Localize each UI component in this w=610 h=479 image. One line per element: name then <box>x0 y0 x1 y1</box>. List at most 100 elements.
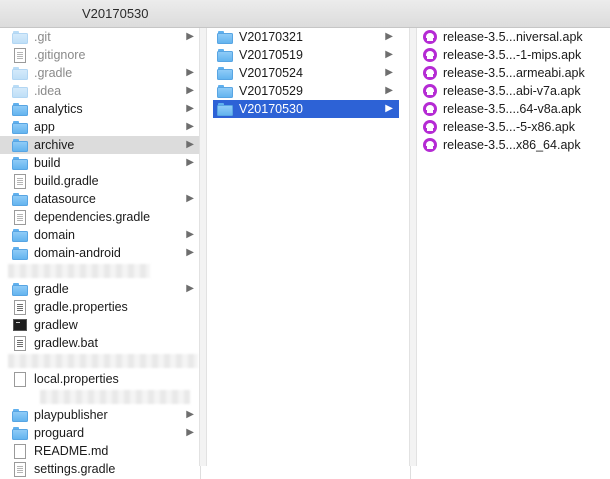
row-git[interactable]: .git ▶ <box>0 28 200 46</box>
item-label: release-3.5...-1-mips.apk <box>443 48 582 62</box>
redacted-row <box>0 388 200 406</box>
row-v20170524[interactable]: V20170524 ▶ <box>213 64 399 82</box>
redacted-row <box>0 262 200 280</box>
item-label: playpublisher <box>34 408 108 422</box>
chevron-right-icon: ▶ <box>186 139 194 150</box>
column-version[interactable]: release-3.5...niversal.apk release-3.5...… <box>411 28 610 479</box>
chevron-right-icon: ▶ <box>186 85 194 96</box>
folder-icon <box>12 84 28 98</box>
row-analytics[interactable]: analytics ▶ <box>0 100 200 118</box>
item-label: V20170519 <box>239 48 303 62</box>
row-datasource[interactable]: datasource ▶ <box>0 190 200 208</box>
row-gradle[interactable]: gradle ▶ <box>0 280 200 298</box>
document-icon <box>14 47 26 63</box>
row-build[interactable]: build ▶ <box>0 154 200 172</box>
chevron-right-icon: ▶ <box>186 427 194 438</box>
item-label: V20170530 <box>239 102 303 116</box>
chevron-right-icon: ▶ <box>186 31 194 42</box>
folder-icon <box>12 120 28 134</box>
chevron-right-icon: ▶ <box>186 103 194 114</box>
column-archive[interactable]: V20170321 ▶ V20170519 ▶ V20170524 ▶ V20170529 ▶… <box>201 28 411 479</box>
row-domain-android[interactable]: domain-android ▶ <box>0 244 200 262</box>
folder-icon <box>217 84 233 98</box>
item-label: release-3.5...armeabi.apk <box>443 66 585 80</box>
row-release-3-5-1-mips-apk[interactable]: release-3.5...-1-mips.apk <box>411 46 610 64</box>
redaction-bar <box>40 390 190 404</box>
row-local-properties[interactable]: local.properties <box>0 370 200 388</box>
row-dependencies-gradle[interactable]: dependencies.gradle <box>0 208 200 226</box>
folder-icon <box>12 192 28 206</box>
text-document-icon <box>14 335 26 351</box>
document-icon <box>14 173 26 189</box>
chevron-right-icon: ▶ <box>186 193 194 204</box>
row-release-3-5-armeabi-apk[interactable]: release-3.5...armeabi.apk <box>411 64 610 82</box>
row-release-3-5-abi-v7a-apk[interactable]: release-3.5...abi-v7a.apk <box>411 82 610 100</box>
folder-icon <box>217 30 233 44</box>
row-gradlew-bat[interactable]: gradlew.bat <box>0 334 200 352</box>
row-release-3-5-x86-64-apk[interactable]: release-3.5...x86_64.apk <box>411 136 610 154</box>
chevron-right-icon: ▶ <box>186 121 194 132</box>
item-label: README.md <box>34 444 109 458</box>
item-label: .git <box>34 30 51 44</box>
row-playpublisher[interactable]: playpublisher ▶ <box>0 406 200 424</box>
row-v20170519[interactable]: V20170519 ▶ <box>213 46 399 64</box>
item-label: datasource <box>34 192 96 206</box>
redaction-bar <box>8 264 150 278</box>
item-label: .idea <box>34 84 62 98</box>
android-apk-icon <box>423 30 437 44</box>
android-apk-icon <box>423 102 437 116</box>
document-icon <box>14 209 26 225</box>
row-release-3-5-64-v8a-apk[interactable]: release-3.5....64-v8a.apk <box>411 100 610 118</box>
row-gradle-properties[interactable]: gradle.properties <box>0 298 200 316</box>
item-label: analytics <box>34 102 83 116</box>
folder-icon <box>12 426 28 440</box>
item-label: .gitignore <box>34 48 86 62</box>
window-titlebar[interactable]: V20170530 <box>0 0 610 28</box>
folder-icon <box>12 102 28 116</box>
folder-icon <box>12 408 28 422</box>
item-label: release-3.5...-5-x86.apk <box>443 120 576 134</box>
row-readme-md[interactable]: README.md <box>0 442 200 460</box>
row-domain[interactable]: domain ▶ <box>0 226 200 244</box>
row-build-gradle[interactable]: build.gradle <box>0 172 200 190</box>
chevron-right-icon: ▶ <box>186 229 194 240</box>
row-gitignore[interactable]: .gitignore <box>0 46 200 64</box>
item-label: dependencies.gradle <box>34 210 151 224</box>
folder-icon <box>12 138 28 152</box>
item-label: domain <box>34 228 75 242</box>
item-label: archive <box>34 138 75 152</box>
row-gradlew[interactable]: gradlew <box>0 316 200 334</box>
row-archive[interactable]: archive ▶ <box>0 136 200 154</box>
terminal-icon <box>13 319 27 331</box>
android-apk-icon <box>423 84 437 98</box>
folder-icon <box>12 30 28 44</box>
item-label: release-3.5...x86_64.apk <box>443 138 581 152</box>
blank-document-icon <box>14 443 26 459</box>
column-project-root[interactable]: .git ▶ .gitignore .gradle ▶ .idea ▶ analytics ▶ a… <box>0 28 201 479</box>
row-proguard[interactable]: proguard ▶ <box>0 424 200 442</box>
row-v20170529[interactable]: V20170529 ▶ <box>213 82 399 100</box>
row-v20170321[interactable]: V20170321 ▶ <box>213 28 399 46</box>
folder-icon <box>12 66 28 80</box>
item-label: gradlew <box>34 318 78 332</box>
chevron-right-icon: ▶ <box>186 247 194 258</box>
row-idea[interactable]: .idea ▶ <box>0 82 200 100</box>
folder-icon <box>217 66 233 80</box>
row-gradle[interactable]: .gradle ▶ <box>0 64 200 82</box>
row-v20170530[interactable]: V20170530 ▶ <box>213 100 399 118</box>
item-label: .gradle <box>34 66 73 80</box>
chevron-right-icon: ▶ <box>385 85 393 96</box>
folder-icon <box>12 246 28 260</box>
redaction-bar <box>8 354 198 368</box>
folder-icon <box>217 102 233 116</box>
row-release-3-5-niversal-apk[interactable]: release-3.5...niversal.apk <box>411 28 610 46</box>
item-label: settings.gradle <box>34 462 116 476</box>
row-release-3-5-5-x86-apk[interactable]: release-3.5...-5-x86.apk <box>411 118 610 136</box>
row-app[interactable]: app ▶ <box>0 118 200 136</box>
item-label: gradle <box>34 282 69 296</box>
row-settings-gradle[interactable]: settings.gradle <box>0 460 200 478</box>
chevron-right-icon: ▶ <box>385 49 393 60</box>
document-icon <box>14 461 26 477</box>
folder-icon <box>12 282 28 296</box>
item-label: gradlew.bat <box>34 336 98 350</box>
